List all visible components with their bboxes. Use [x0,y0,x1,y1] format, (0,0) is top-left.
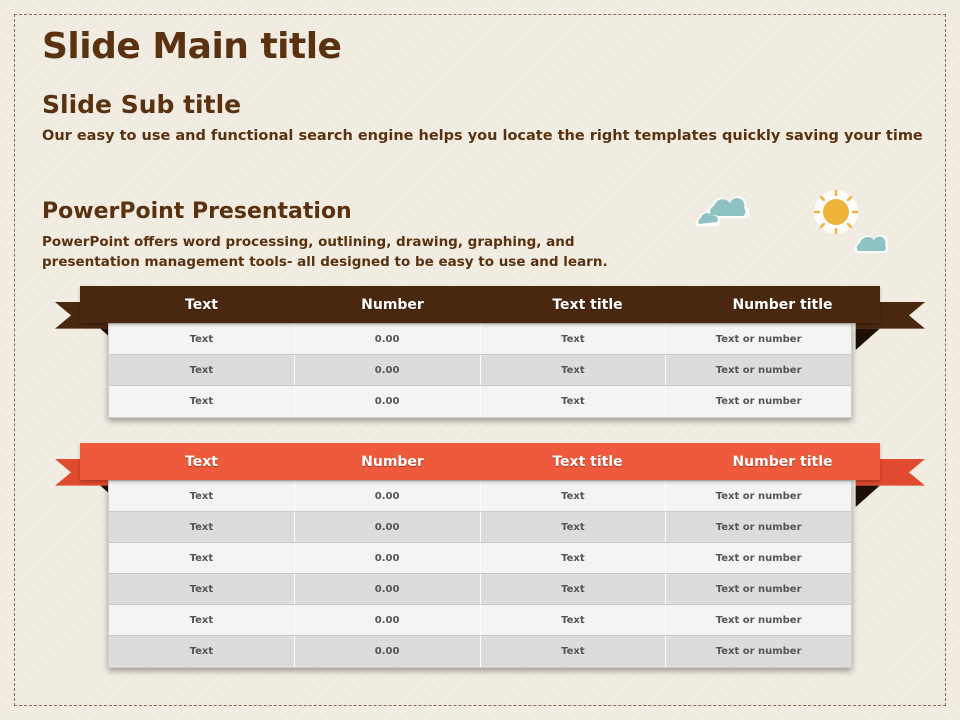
table-cell: Text or number [665,355,851,385]
cloud-icon [707,196,750,218]
table-cell: Text [189,614,214,626]
table-cell: 0.00 [293,636,480,667]
table-cell: 0.00 [293,386,480,417]
table-row: Text 0.00 Text Text or number [109,574,851,605]
table-cell: Text [479,512,666,542]
slide-main-title: Slide Main title [42,26,342,67]
table-cell: Text [189,396,214,407]
table-row: Text 0.00 Text Text or number [109,481,851,512]
table-cell: Text [189,552,214,564]
table-cell: Text [479,543,666,573]
table-header-cell: Text title [552,296,623,313]
table-cell: Text or number [665,605,851,635]
table-cell: 0.00 [293,481,480,511]
table-cell: Text or number [665,543,851,573]
table-row: Text 0.00 Text Text or number [109,636,851,667]
table-cell: Text [479,481,666,511]
table-header-cell: Number [361,296,424,313]
table-header-cell: Number title [732,296,833,313]
table-1-body: Text 0.00 Text Text or number Text 0.00 … [108,323,852,418]
table-row: Text 0.00 Text Text or number [109,512,851,543]
table-row: Text 0.00 Text Text or number [109,324,851,355]
table-cell: Text or number [665,512,851,542]
table-cell: Text or number [665,636,851,667]
slide-sub-text: Our easy to use and functional search en… [42,128,923,144]
table-cell: Text or number [665,324,851,354]
table-cell: Text or number [665,481,851,511]
section-text-line-1: PowerPoint offers word processing, outli… [42,234,575,250]
table-row: Text 0.00 Text Text or number [109,355,851,386]
table-cell: Text [189,521,214,533]
table-row: Text 0.00 Text Text or number [109,605,851,636]
table-cell: Text [189,333,214,345]
table-cell: Text [479,355,666,385]
table-header-cell: Text title [552,453,623,470]
table-row: Text 0.00 Text Text or number [109,386,851,417]
table-cell: Text [189,490,214,502]
table-cell: Text [189,364,214,376]
table-cell: Text [479,574,666,604]
table-1-header: Text Number Text title Number title [80,286,880,323]
table-row: Text 0.00 Text Text or number [109,543,851,574]
weather-decoration [695,189,889,253]
table-header-cell: Number title [732,453,833,470]
table-cell: 0.00 [293,355,480,385]
section-text: PowerPoint offers word processing, outli… [42,232,608,272]
table-cell: Text [479,324,666,354]
table-cell: Text [189,646,214,657]
table-cell: 0.00 [293,324,480,354]
table-cell: Text [479,605,666,635]
cloud-icon [854,234,889,253]
table-cell: 0.00 [293,574,480,604]
table-2-header: Text Number Text title Number title [80,443,880,480]
table-cell: Text [189,583,214,595]
table-cell: Text [479,386,666,417]
table-cell: Text [479,636,666,667]
table-cell: Text or number [665,386,851,417]
section-text-line-2: presentation management tools- all desig… [42,254,608,270]
table-cell: 0.00 [293,543,480,573]
table-header-cell: Number [361,453,424,470]
table-cell: Text or number [665,574,851,604]
table-header-cell: Text [185,296,218,313]
table-cell: 0.00 [293,605,480,635]
table-2-body: Text 0.00 Text Text or number Text 0.00 … [108,480,852,668]
slide-sub-title: Slide Sub title [42,90,242,119]
section-title: PowerPoint Presentation [42,199,352,224]
table-cell: 0.00 [293,512,480,542]
sun-icon [813,189,859,235]
table-header-cell: Text [185,453,218,470]
